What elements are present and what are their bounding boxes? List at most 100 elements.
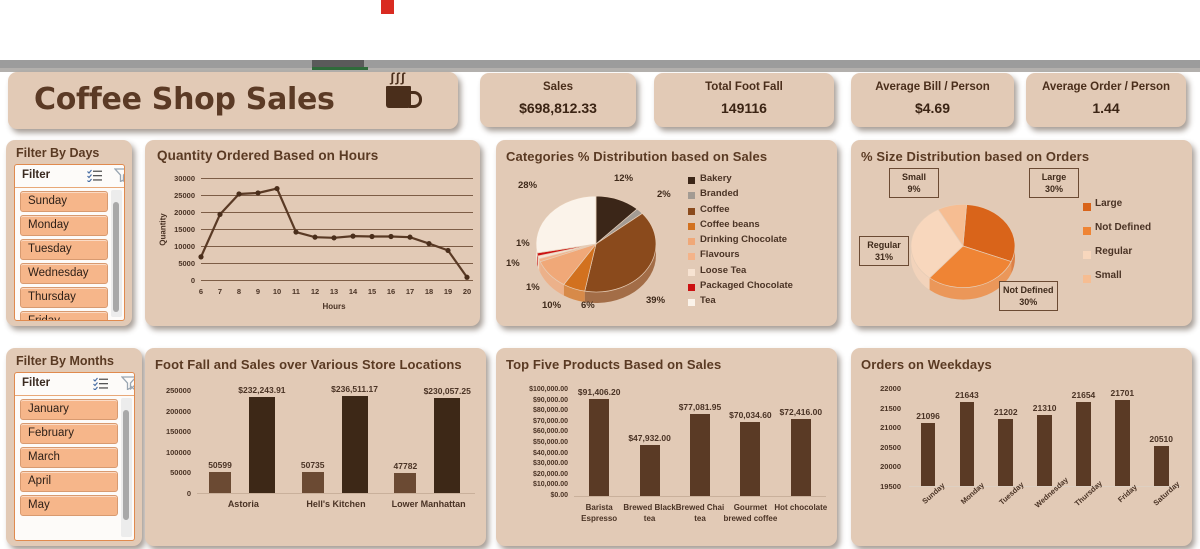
browser-top-marker [381,0,394,14]
x-axis-category-label: Brewed Chai tea [675,503,725,523]
x-axis-tick-label: 14 [348,287,358,296]
bar [959,401,975,486]
pie-value-label: 1% [526,282,540,293]
legend-swatch [688,253,695,261]
slicer-item-sunday[interactable]: Sunday [20,191,108,212]
pie-value-label: 1% [506,258,520,269]
legend-swatch [1083,203,1091,211]
bar [248,397,275,493]
chart-title: Top Five Products Based on Sales [506,357,722,372]
slicer-item-list[interactable]: Sunday Monday Tuesday Wednesday Thursday… [15,188,124,320]
bar [790,419,811,496]
x-axis-tick-label: 12 [310,287,320,296]
slicer-title: Filter By Months [16,354,114,368]
slicer-title: Filter By Days [16,146,100,160]
kpi-card-sales: Sales $698,812.33 [480,73,636,127]
legend-swatch [688,222,695,230]
chart-title: Foot Fall and Sales over Various Store L… [155,357,462,372]
x-axis-tick-label: 8 [236,287,242,296]
y-axis-tick-label: $90,000.00 [532,396,568,404]
page-title: Coffee Shop Sales [34,82,335,117]
legend-label: Bakery [700,173,732,184]
slicer-scrollbar[interactable] [111,190,122,317]
legend-swatch [688,238,695,246]
legend-label: Tea [700,295,716,307]
y-axis-tick-label: $50,000.00 [532,439,568,446]
kpi-card-average-order-per-person: Average Order / Person 1.44 [1026,73,1186,127]
y-axis-tick-label: 200000 [165,406,191,416]
legend-label: Loose Tea [700,264,747,276]
legend-label: Packaged Chocolate [700,280,793,292]
multi-select-icon[interactable] [87,169,103,183]
bar [1114,399,1130,486]
pie-value-label: 10% [542,300,562,311]
dashboard-root: Coffee Shop Sales ʃʃʃ Sales $698,812.33 … [0,0,1200,549]
bar-value-label: 21096 [916,411,940,422]
slicer-item-may[interactable]: May [20,495,118,516]
kpi-value: $698,812.33 [519,100,597,116]
slicer-item-tuesday[interactable]: Tuesday [20,239,108,260]
x-axis-category-label: Barista Espresso [581,503,618,523]
bar-value-label: $232,243.91 [238,385,286,396]
multi-select-icon[interactable] [93,377,109,391]
chart-title: Orders on Weekdays [861,357,992,372]
chart-quantity-ordered-by-hours: Quantity Ordered Based on Hours 0 5000 100… [145,140,480,326]
slicer-item-february[interactable]: February [20,423,118,444]
pie-callout: Small 9% [889,168,939,198]
slicer-item-april[interactable]: April [20,471,118,492]
y-axis-tick-label: 0 [186,489,191,498]
x-axis-tick-label: 6 [198,287,204,296]
slicer-header: Filter [15,373,134,396]
chart-footfall-and-sales-by-location: Foot Fall and Sales over Various Store L… [145,348,486,546]
clear-filter-icon[interactable] [120,376,134,391]
pie-callout: Regular 31% [859,236,909,266]
y-axis-tick-label: $10,000.00 [532,481,568,489]
legend-label: Coffee [700,203,730,215]
legend-label: Small [1095,270,1122,281]
bar [394,473,417,493]
slicer-scrollbar[interactable] [121,398,132,537]
slicer-filter-label: Filter [22,169,51,181]
slicer-item-friday[interactable]: Friday [20,311,108,320]
slicer-item-march[interactable]: March [20,447,118,468]
y-axis-tick-label: $100,000.00 [529,386,568,393]
x-axis-category-label: Astoria [227,499,259,509]
chart-top-five-products: Top Five Products Based on Sales $100,00… [496,348,837,546]
slicer-item-list[interactable]: January February March April May [15,396,134,540]
bar [341,395,368,493]
legend-label: Coffee beans [700,218,760,230]
slicer-item-monday[interactable]: Monday [20,215,108,236]
x-axis-tick-label: 13 [329,287,339,296]
y-axis-tick-label: $0.00 [550,492,568,499]
clear-filter-icon[interactable] [113,168,124,183]
slicer-item-wednesday[interactable]: Wednesday [20,263,108,284]
chart-categories-distribution: Categories % Distribution based on Sales… [496,140,837,326]
bar [998,419,1014,486]
legend-swatch [688,299,695,307]
bar-value-label: 50735 [300,460,325,471]
slicer-item-thursday[interactable]: Thursday [20,287,108,308]
y-axis-tick-label: $60,000.00 [532,428,568,436]
bar-value-label: $236,511.17 [331,383,378,394]
bar-value-label: $47,932.00 [628,433,671,444]
kpi-value: 1.44 [1092,100,1120,116]
legend-swatch [688,177,695,184]
x-axis-tick-label: 20 [462,287,472,296]
slicer-item-january[interactable]: January [20,399,118,420]
y-axis-tick-label: 21000 [880,423,901,433]
slicer-filter-by-months: Filter By Months Filter January February… [6,348,142,546]
x-axis-tick-label: 11 [292,287,300,296]
bar-value-label: 21310 [1032,403,1057,414]
y-axis-tick-label: $40,000.00 [532,449,568,457]
legend-swatch [1083,227,1091,235]
bar [1153,446,1169,486]
pie-value-label: 28% [518,180,538,191]
x-axis-tick-label: 19 [443,287,453,296]
legend-label: Flavours [700,249,740,261]
bar [740,421,761,496]
y-axis-tick-label: $80,000.00 [532,407,568,415]
bar [301,472,324,493]
y-axis-title: Quantity [158,213,168,246]
active-tab-chip[interactable] [312,60,364,67]
kpi-value: $4.69 [914,100,951,116]
